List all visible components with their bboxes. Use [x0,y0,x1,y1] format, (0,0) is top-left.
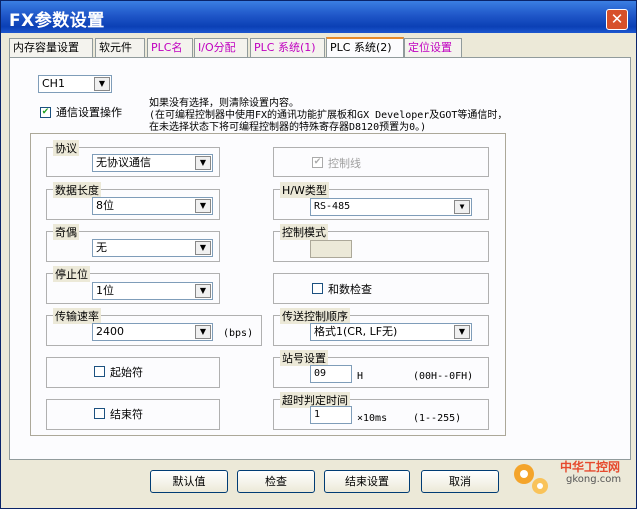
chevron-down-icon[interactable]: ▼ [195,156,211,170]
data-length-label: 数据长度 [53,182,101,198]
default-button[interactable]: 默认值 [150,470,228,493]
start-char-label: 起始符 [110,366,143,379]
channel-select[interactable]: CH1 ▼ [38,75,112,93]
window-title: FX参数设置 [9,11,105,31]
gear-icon [514,464,548,494]
data-length-value: 8位 [96,199,114,212]
cancel-button[interactable]: 取消 [421,470,499,493]
protocol-label: 协议 [53,140,79,156]
tab-plc-system-2[interactable]: PLC 系统(2) [326,37,404,58]
end-setting-button[interactable]: 结束设置 [324,470,410,493]
station-value: 09 [314,368,327,379]
info-line-3: 在未选择状态下将可编程控制器的特殊寄存器D8120预置为0。) [149,122,427,133]
protocol-value: 无协议通信 [96,156,151,169]
tab-plc-name[interactable]: PLC名 [147,38,193,57]
timeout-value: 1 [314,409,321,420]
tab-positioning[interactable]: 定位设置 [404,38,462,57]
baud-label: 传输速率 [53,308,101,324]
stop-bit-value: 1位 [96,284,114,297]
watermark-text-1: 中华工控网 [560,460,621,474]
parity-select[interactable]: 无 ▼ [92,239,213,257]
baud-select[interactable]: 2400 ▼ [92,323,213,341]
hw-type-select[interactable]: RS-485 ▼ [310,198,472,216]
chevron-down-icon[interactable]: ▼ [195,241,211,255]
station-range: (00H--0FH) [413,371,474,382]
transfer-order-select[interactable]: 格式1(CR, LF无) ▼ [310,323,472,341]
end-char-label: 结束符 [110,408,143,421]
stop-bit-select[interactable]: 1位 ▼ [92,282,213,300]
parity-value: 无 [96,241,107,254]
chevron-down-icon[interactable]: ▼ [94,77,110,91]
timeout-input[interactable]: 1 [310,406,352,424]
baud-value: 2400 [96,325,124,338]
tab-devices[interactable]: 软元件 [95,38,145,57]
chevron-down-icon[interactable]: ▼ [195,284,211,298]
tab-memory[interactable]: 内存容量设置 [9,38,93,57]
channel-value: CH1 [42,77,65,90]
fx-parameter-window: FX参数设置 ✕ 内存容量设置 软元件 PLC名 I/O分配 PLC 系统(1)… [0,0,637,509]
start-char-checkbox[interactable] [94,366,105,377]
tab-plc-system-1[interactable]: PLC 系统(1) [250,38,325,57]
station-unit: H [357,371,364,382]
data-length-select[interactable]: 8位 ▼ [92,197,213,215]
check-button[interactable]: 检查 [237,470,315,493]
sum-check-checkbox[interactable] [312,283,323,294]
station-input[interactable]: 09 [310,365,352,383]
watermark-text-2: gkong.com [566,474,622,485]
control-line-label: 控制线 [328,157,361,170]
control-line-group [273,147,489,177]
protocol-select[interactable]: 无协议通信 ▼ [92,154,213,172]
chevron-down-icon[interactable]: ▼ [454,325,470,339]
transfer-order-label: 传送控制顺序 [280,308,350,324]
comm-setting-label: 通信设置操作 [56,106,122,119]
timeout-range: (1--255) [413,413,462,424]
hw-type-label: H/W类型 [280,182,329,198]
control-mode-field [310,240,352,258]
control-mode-label: 控制模式 [280,224,328,240]
chevron-down-icon[interactable]: ▼ [454,200,470,214]
hw-type-value: RS-485 [314,201,351,212]
close-icon[interactable]: ✕ [606,9,628,30]
end-char-checkbox[interactable] [94,408,105,419]
title-bar[interactable]: FX参数设置 ✕ [1,1,636,33]
station-label: 站号设置 [280,350,328,366]
sum-check-group [273,273,489,304]
chevron-down-icon[interactable]: ▼ [195,199,211,213]
sum-check-label: 和数检查 [328,283,372,296]
stop-bit-label: 停止位 [53,266,90,282]
control-line-checkbox[interactable]: ✔ [312,157,323,168]
parity-label: 奇偶 [53,224,79,240]
chevron-down-icon[interactable]: ▼ [195,325,211,339]
timeout-unit: ×10ms [357,413,388,424]
baud-unit: (bps) [223,328,254,339]
tab-io-assign[interactable]: I/O分配 [194,38,248,57]
gkong-watermark: 中华工控网 gkong.com [506,454,634,504]
comm-setting-checkbox[interactable]: ✔ [40,107,51,118]
transfer-order-value: 格式1(CR, LF无) [314,325,398,338]
